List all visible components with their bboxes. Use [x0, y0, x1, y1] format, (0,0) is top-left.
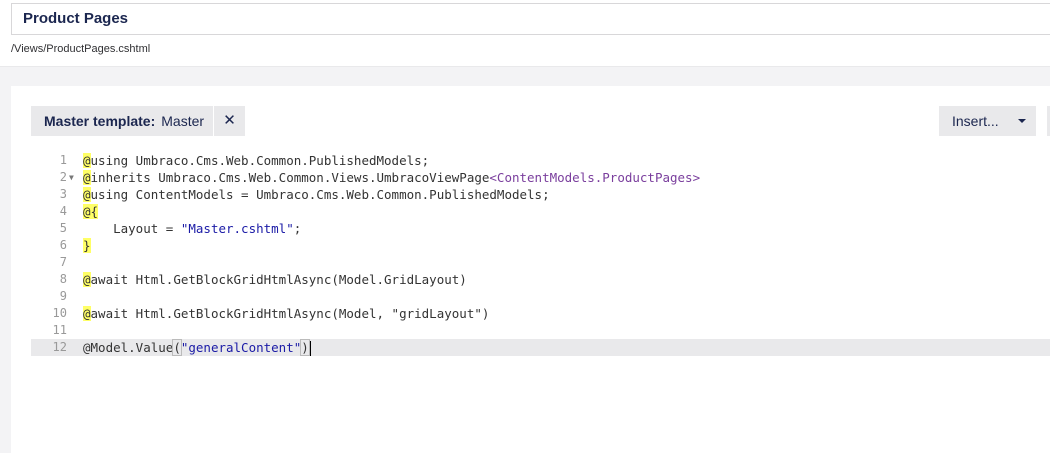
master-template-value: Master [161, 113, 205, 129]
code-text: @await Html.GetBlockGridHtmlAsync(Model.… [83, 271, 467, 288]
code-line: 9 [31, 288, 1050, 305]
insert-label: Insert... [952, 113, 999, 129]
code-string: "generalContent" [180, 340, 302, 355]
master-template-button[interactable]: Master template: Master [31, 106, 213, 136]
code-line: 1 @using Umbraco.Cms.Web.Common.Publishe… [31, 152, 1050, 169]
header: Product Pages /Views/ProductPages.cshtml [0, 0, 1050, 67]
code-line: 6 } [31, 237, 1050, 254]
code-line: 8 @await Html.GetBlockGridHtmlAsync(Mode… [31, 271, 1050, 288]
line-number: 4 [59, 204, 67, 218]
code-token: await Html.GetBlockGridHtmlAsync(Model.G… [90, 272, 467, 287]
template-path: /Views/ProductPages.cshtml [11, 43, 151, 55]
code-text: } [83, 237, 91, 254]
code-text: @inherits Umbraco.Cms.Web.Common.Views.U… [83, 169, 700, 186]
razor-at: @ [83, 187, 91, 202]
line-number: 8 [59, 272, 67, 286]
razor-at: @ [83, 153, 91, 168]
code-token: @Model.Value [83, 340, 174, 355]
razor-at: } [83, 238, 91, 253]
line-number: 11 [52, 323, 67, 337]
code-token: using Umbraco.Cms.Web.Common.PublishedMo… [90, 153, 430, 168]
line-number: 1 [59, 153, 67, 167]
line-number: 6 [59, 238, 67, 252]
chevron-down-icon [1018, 119, 1026, 123]
code-token: ; [293, 221, 302, 236]
code-token: await Html.GetBlockGridHtmlAsync(Model, … [90, 306, 490, 321]
fold-arrow-icon[interactable]: ▼ [69, 169, 74, 186]
code-line-active: 12 @Model.Value("generalContent") [31, 339, 1050, 356]
code-token: using ContentModels = Umbraco.Cms.Web.Co… [90, 187, 550, 202]
code-type: <ContentModels.ProductPages> [489, 170, 701, 185]
code-line: 2 ▼ @inherits Umbraco.Cms.Web.Common.Vie… [31, 169, 1050, 186]
line-number: 10 [52, 306, 67, 320]
bracket-match: ) [300, 339, 310, 356]
code-text: @using Umbraco.Cms.Web.Common.PublishedM… [83, 152, 429, 169]
close-icon: ✕ [223, 112, 236, 129]
code-text: @{ [83, 203, 99, 220]
line-number: 5 [59, 221, 67, 235]
code-line: 10 @await Html.GetBlockGridHtmlAsync(Mod… [31, 305, 1050, 322]
line-number: 2 [59, 170, 67, 184]
line-number: 7 [59, 255, 67, 269]
remove-master-button[interactable]: ✕ [214, 106, 245, 136]
insert-button[interactable]: Insert... [939, 106, 1036, 136]
code-editor[interactable]: 1 @using Umbraco.Cms.Web.Common.Publishe… [31, 152, 1050, 432]
code-string: "Master.cshtml" [180, 221, 294, 236]
editor-panel: Master template: Master ✕ Insert... 1 @us… [11, 86, 1050, 453]
code-line: 7 [31, 254, 1050, 271]
razor-at: @ [83, 306, 91, 321]
razor-at: @ [83, 272, 91, 287]
code-text: Layout = "Master.cshtml"; [83, 220, 301, 237]
template-name-input[interactable]: Product Pages [11, 3, 1050, 35]
bracket-match: ( [172, 339, 182, 356]
text-cursor [309, 341, 311, 356]
line-number: 3 [59, 187, 67, 201]
code-text: @await Html.GetBlockGridHtmlAsync(Model,… [83, 305, 489, 322]
code-line: 4 @{ [31, 203, 1050, 220]
line-number: 9 [59, 289, 67, 303]
razor-at: @{ [83, 204, 99, 219]
razor-at: @ [83, 170, 91, 185]
code-token: inherits Umbraco.Cms.Web.Common.Views.Um… [90, 170, 490, 185]
code-line: 5 Layout = "Master.cshtml"; [31, 220, 1050, 237]
code-text: @Model.Value("generalContent") [83, 339, 311, 356]
code-token: Layout = [83, 221, 181, 236]
master-template-label: Master template: [44, 113, 156, 129]
code-line: 11 [31, 322, 1050, 339]
code-line: 3 @using ContentModels = Umbraco.Cms.Web… [31, 186, 1050, 203]
code-text: @using ContentModels = Umbraco.Cms.Web.C… [83, 186, 550, 203]
line-number: 12 [52, 340, 67, 354]
